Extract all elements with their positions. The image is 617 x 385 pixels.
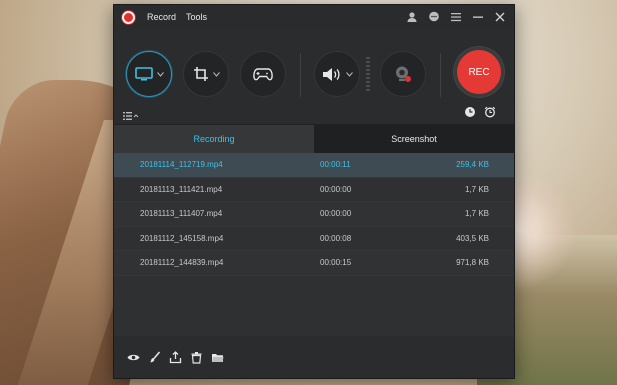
file-duration: 00:00:00 <box>320 184 352 194</box>
webcam-icon <box>396 66 411 82</box>
table-row[interactable]: 20181113_111421.mp4 00:00:00 1,7 KB <box>114 178 514 202</box>
app-logo <box>122 10 135 24</box>
webcam-button[interactable] <box>380 51 426 97</box>
toolbar-divider <box>440 53 441 97</box>
schedule-controls <box>464 105 496 118</box>
file-duration: 00:00:15 <box>320 258 352 268</box>
gamepad-icon <box>253 67 273 80</box>
file-size: 1,7 KB <box>464 184 489 194</box>
file-size: 403,5 KB <box>456 233 489 243</box>
alarm-icon[interactable] <box>484 105 496 118</box>
chevron-down-icon[interactable] <box>156 71 164 77</box>
table-row[interactable]: 20181114_112719.mp4 00:00:11 259,4 KB <box>114 153 514 178</box>
file-name: 20181113_111407.mp4 <box>140 209 223 219</box>
rec-button[interactable]: REC <box>454 47 504 97</box>
file-name: 20181113_111421.mp4 <box>140 184 223 194</box>
title-bar: Record Tools <box>114 5 514 29</box>
file-list-toggle[interactable] <box>123 108 139 120</box>
timer-icon[interactable] <box>464 105 476 117</box>
user-icon[interactable] <box>406 11 418 23</box>
system-audio-button[interactable] <box>314 51 360 97</box>
file-size: 259,4 KB <box>456 160 489 170</box>
file-name: 20181114_112719.mp4 <box>140 160 223 170</box>
chat-icon[interactable] <box>428 11 440 23</box>
minimize-icon[interactable] <box>472 11 484 23</box>
file-size: 1,7 KB <box>464 209 489 219</box>
file-size: 971,8 KB <box>456 258 489 268</box>
table-row[interactable]: 20181113_111407.mp4 00:00:00 1,7 KB <box>114 202 514 227</box>
recording-toolbar: REC <box>114 29 514 125</box>
table-row[interactable]: 20181112_145158.mp4 00:00:08 403,5 KB <box>114 227 514 251</box>
file-action-bar <box>114 336 514 378</box>
file-name: 20181112_145158.mp4 <box>140 233 224 243</box>
share-icon[interactable] <box>169 350 182 364</box>
toolbar-divider <box>300 53 301 97</box>
brush-icon[interactable] <box>148 350 161 364</box>
eye-icon[interactable] <box>127 351 140 364</box>
menu-record[interactable]: Record <box>147 12 176 22</box>
recording-file-list: 20181114_112719.mp4 00:00:11 259,4 KB 20… <box>114 153 514 337</box>
chevron-down-icon[interactable] <box>212 71 220 77</box>
file-duration: 00:00:11 <box>320 160 351 170</box>
screen-capture-button[interactable] <box>126 51 172 97</box>
region-capture-button[interactable] <box>183 51 229 97</box>
file-name: 20181112_144839.mp4 <box>140 258 224 268</box>
file-duration: 00:00:00 <box>320 209 352 219</box>
menu-icon[interactable] <box>450 11 462 23</box>
file-duration: 00:00:08 <box>320 233 352 243</box>
audio-level-meter <box>366 57 370 93</box>
app-window: Record Tools REC Recording Screenshot 20… <box>113 4 515 379</box>
tab-screenshot[interactable]: Screenshot <box>314 125 514 153</box>
table-row[interactable]: 20181112_144839.mp4 00:00:15 971,8 KB <box>114 251 514 276</box>
list-icon <box>123 112 139 120</box>
monitor-icon <box>134 67 153 81</box>
chevron-down-icon[interactable] <box>345 71 353 77</box>
game-mode-button[interactable] <box>240 51 286 97</box>
folder-icon[interactable] <box>211 351 224 364</box>
tab-bar: Recording Screenshot <box>114 125 514 153</box>
speaker-icon <box>322 67 340 81</box>
trash-icon[interactable] <box>190 351 203 364</box>
menu-tools[interactable]: Tools <box>186 12 207 22</box>
tab-recording[interactable]: Recording <box>114 125 314 153</box>
title-actions <box>406 11 506 23</box>
close-icon[interactable] <box>494 11 506 23</box>
crop-icon <box>193 67 208 81</box>
